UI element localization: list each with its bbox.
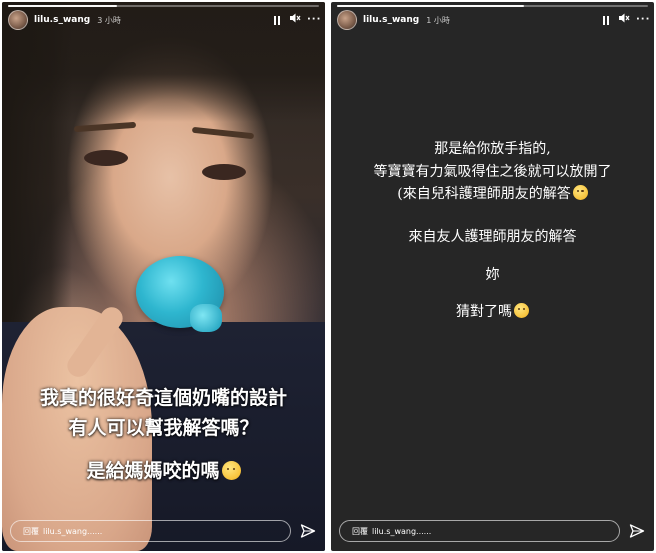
story-text-line-3-text: (來自兒科護理師朋友的解答 [397, 186, 571, 202]
speaker-icon[interactable] [618, 12, 630, 28]
more-icon[interactable]: ··· [307, 14, 320, 26]
story-text-line-5: 妳 [485, 267, 500, 283]
story-header: lilu.s_wang 1 小時 ··· [337, 9, 649, 31]
send-icon[interactable] [299, 522, 317, 540]
rofl-emoji [514, 303, 529, 318]
laughing-emoji [572, 185, 588, 200]
reply-bar: 回覆 lilu.s_wang...... [10, 519, 317, 543]
post-time: 3 小時 [97, 15, 121, 25]
story-text-line-2: 等寶寶有力氣吸得住之後就可以放開了 [373, 164, 612, 180]
story-text-line-6: 猜對了嗎 [331, 302, 654, 322]
username[interactable]: lilu.s_wang [363, 15, 419, 25]
send-icon[interactable] [628, 522, 646, 540]
avatar[interactable] [337, 10, 357, 30]
story-panel-right[interactable]: lilu.s_wang 1 小時 ··· 那是給你放手指的, 等寶寶有力氣吸得住… [331, 2, 654, 551]
story-text-line-6-text: 猜對了嗎 [456, 304, 512, 320]
story-text-line-4: 來自友人護理師朋友的解答 [408, 229, 577, 245]
more-icon[interactable]: ··· [636, 14, 649, 26]
reply-username: lilu.s_wang...... [372, 526, 432, 536]
post-time: 1 小時 [426, 15, 450, 25]
pause-icon[interactable] [271, 15, 283, 25]
story-header: lilu.s_wang 3 小時 ··· [8, 9, 320, 31]
photo-eye-right [202, 164, 246, 180]
photo-hair-side [2, 2, 72, 332]
caption-line-3: 是給媽媽咬的嗎 [2, 457, 325, 485]
star-struck-emoji [221, 461, 241, 480]
muted-speaker-icon[interactable] [289, 12, 301, 28]
reply-input[interactable]: 回覆 lilu.s_wang...... [10, 520, 291, 542]
photo-eye-left [84, 150, 128, 166]
story-progress-fill [337, 5, 524, 7]
reply-input[interactable]: 回覆 lilu.s_wang...... [339, 520, 620, 542]
story-text-line-1: 那是給你放手指的, [434, 141, 551, 157]
reply-username: lilu.s_wang...... [43, 526, 103, 536]
reply-bar: 回覆 lilu.s_wang...... [339, 519, 646, 543]
avatar[interactable] [8, 10, 28, 30]
story-progress-bar [8, 5, 319, 7]
story-text-line-3: (來自兒科護理師朋友的解答 [331, 184, 654, 204]
username[interactable]: lilu.s_wang [34, 15, 90, 25]
reply-label: 回覆 [23, 526, 39, 536]
caption-line-2: 有人可以幫我解答嗎？ [68, 417, 259, 439]
photo-pacifier-nipple [190, 304, 222, 332]
story-panel-left[interactable]: lilu.s_wang 3 小時 ··· 我真的很好奇這個奶嘴的設計 有人可以幫… [2, 2, 325, 551]
pause-icon[interactable] [600, 15, 612, 25]
caption-line-3-text: 是給媽媽咬的嗎 [86, 460, 220, 482]
reply-label: 回覆 [352, 526, 368, 536]
story-progress-bar [337, 5, 648, 7]
story-progress-fill [8, 5, 117, 7]
caption-line-1: 我真的很好奇這個奶嘴的設計 [39, 387, 287, 409]
